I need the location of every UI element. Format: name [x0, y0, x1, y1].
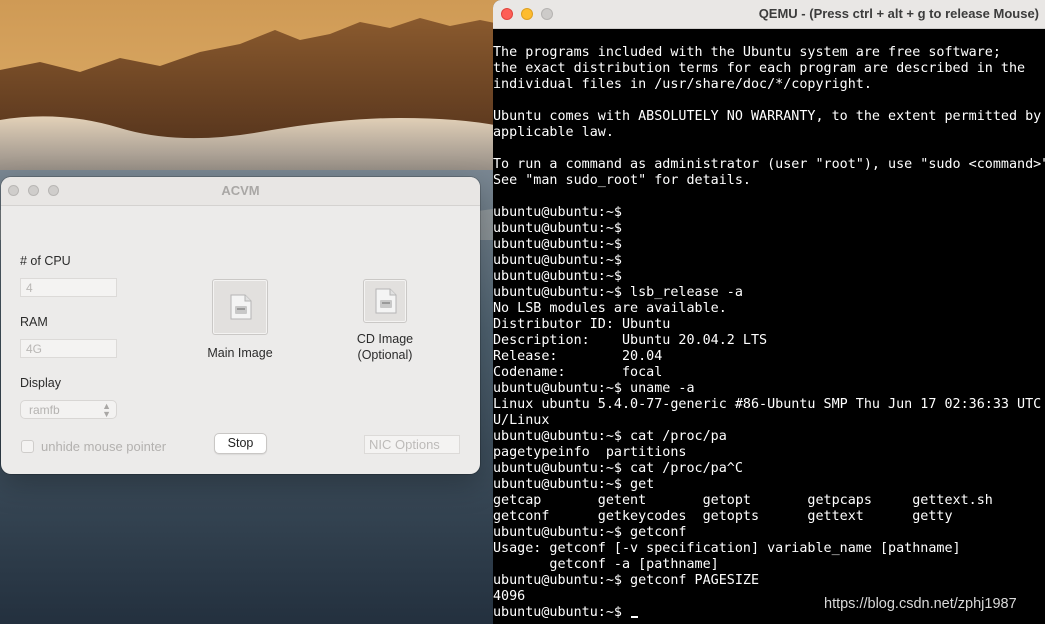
display-select[interactable]: ramfb ▲ ▼	[20, 400, 117, 419]
terminal-line: the exact distribution terms for each pr…	[493, 61, 1026, 76]
terminal-line: Usage: getconf [-v specification] variab…	[493, 541, 961, 556]
cd-image-label-line2: (Optional)	[357, 348, 413, 362]
terminal-line: ubuntu@ubuntu:~$	[493, 269, 622, 284]
qemu-titlebar[interactable]: QEMU - (Press ctrl + alt + g to release …	[493, 0, 1045, 29]
terminal-line: ubuntu@ubuntu:~$ getconf PAGESIZE	[493, 573, 760, 588]
ram-input[interactable]: 4G	[20, 339, 117, 358]
terminal-line: ubuntu@ubuntu:~$	[493, 253, 622, 268]
terminal-line: Release: 20.04	[493, 349, 663, 364]
terminal-line: ubuntu@ubuntu:~$ cat /proc/pa	[493, 429, 727, 444]
terminal-line: No LSB modules are available.	[493, 301, 727, 316]
display-select-value: ramfb	[29, 403, 60, 417]
cpu-input[interactable]: 4	[20, 278, 117, 297]
terminal-line: ubuntu@ubuntu:~$	[493, 221, 622, 236]
terminal-line: ubuntu@ubuntu:~$ getconf	[493, 525, 687, 540]
chevron-updown-icon: ▲ ▼	[102, 401, 111, 419]
terminal-prompt: ubuntu@ubuntu:~$	[493, 605, 631, 620]
main-image-well[interactable]	[212, 279, 268, 335]
acvm-window: ACVM # of CPU 4 RAM 4G Display ramfb ▲ ▼ …	[1, 177, 480, 474]
nic-options-field[interactable]: NIC Options	[364, 435, 460, 454]
terminal-line: Linux ubuntu 5.4.0-77-generic #86-Ubuntu…	[493, 397, 1042, 412]
stop-button[interactable]: Stop	[214, 433, 267, 454]
terminal-line: getcap getent getopt getpcaps gettext.sh	[493, 493, 993, 508]
cd-image-well[interactable]	[363, 279, 407, 323]
terminal-line: See "man sudo_root" for details.	[493, 173, 751, 188]
terminal-line: getconf -a [pathname]	[493, 557, 719, 572]
terminal-line: To run a command as administrator (user …	[493, 157, 1045, 172]
cd-image-label: CD Image (Optional)	[346, 331, 424, 363]
qemu-window: QEMU - (Press ctrl + alt + g to release …	[493, 0, 1045, 624]
unhide-mouse-label[interactable]: unhide mouse pointer	[41, 439, 166, 454]
main-image-label: Main Image	[207, 346, 273, 360]
terminal-line: getconf getkeycodes getopts gettext gett…	[493, 509, 953, 524]
terminal-line: ubuntu@ubuntu:~$ get	[493, 477, 655, 492]
terminal-line: Ubuntu comes with ABSOLUTELY NO WARRANTY…	[493, 109, 1042, 124]
terminal-line: ubuntu@ubuntu:~$ cat /proc/pa^C	[493, 461, 743, 476]
window-title: ACVM	[221, 183, 260, 198]
terminal-line: ubuntu@ubuntu:~$	[493, 237, 622, 252]
ram-label: RAM	[20, 315, 48, 329]
terminal-line: ubuntu@ubuntu:~$	[493, 205, 622, 220]
cpu-label: # of CPU	[20, 254, 71, 268]
disk-image-icon	[375, 288, 397, 314]
terminal-line: Description: Ubuntu 20.04.2 LTS	[493, 333, 768, 348]
disk-image-icon	[230, 294, 252, 320]
terminal-line: pagetypeinfo partitions	[493, 445, 687, 460]
acvm-titlebar[interactable]: ACVM	[1, 177, 480, 206]
watermark-text: https://blog.csdn.net/zphj1987	[824, 596, 1017, 612]
terminal-line: Codename: focal	[493, 365, 663, 380]
unhide-mouse-checkbox[interactable]	[21, 440, 34, 453]
terminal-line: U/Linux	[493, 413, 550, 428]
terminal-line: The programs included with the Ubuntu sy…	[493, 45, 1001, 60]
cd-image-label-line1: CD Image	[356, 332, 414, 346]
minimize-button[interactable]	[521, 8, 533, 20]
text-cursor	[631, 616, 639, 618]
window-title: QEMU - (Press ctrl + alt + g to release …	[758, 6, 1039, 21]
terminal-screen[interactable]: The programs included with the Ubuntu sy…	[493, 45, 1045, 624]
terminal-line: applicable law.	[493, 125, 614, 140]
terminal-line: Distributor ID: Ubuntu	[493, 317, 671, 332]
display-label: Display	[20, 376, 61, 390]
zoom-button[interactable]	[541, 8, 553, 20]
terminal-line: ubuntu@ubuntu:~$ lsb_release -a	[493, 285, 743, 300]
close-button[interactable]	[501, 8, 513, 20]
terminal-line: individual files in /usr/share/doc/*/cop…	[493, 77, 872, 92]
terminal-line: ubuntu@ubuntu:~$ uname -a	[493, 381, 695, 396]
